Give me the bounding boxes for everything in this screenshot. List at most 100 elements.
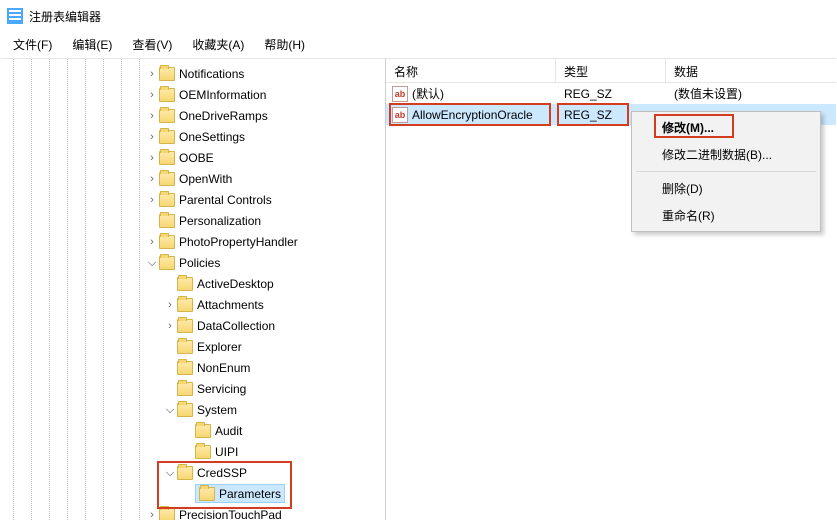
folder-icon [159,151,175,165]
tree-label: Audit [215,424,242,438]
folder-icon [177,277,193,291]
menu-edit[interactable]: 编辑(E) [64,33,120,56]
folder-icon [159,88,175,102]
menu-file[interactable]: 文件(F) [5,33,60,56]
context-menu-delete[interactable]: 删除(D) [634,175,818,202]
col-header-data[interactable]: 数据 [666,59,836,82]
tree-item[interactable]: ⌵ System [1,399,385,420]
expander-open-icon[interactable]: ⌵ [163,466,177,480]
tree-label: Notifications [179,67,244,81]
tree-label: OOBE [179,151,214,165]
folder-icon [159,109,175,123]
tree-label: DataCollection [197,319,275,333]
tree-item[interactable]: › DataCollection [1,315,385,336]
tree-item[interactable]: › OneDriveRamps [1,105,385,126]
folder-icon [199,487,215,501]
expander-closed-icon[interactable]: › [145,151,159,165]
col-header-name[interactable]: 名称 [386,59,556,82]
tree-label: Parameters [219,487,281,501]
context-menu-separator [636,171,816,172]
expander-closed-icon[interactable]: › [145,67,159,81]
list-row[interactable]: ab(默认)REG_SZ(数值未设置) [386,83,836,104]
tree-label: Attachments [197,298,264,312]
tree-item[interactable]: › OOBE [1,147,385,168]
list-panel[interactable]: 名称 类型 数据 ab(默认)REG_SZ(数值未设置)abAllowEncry… [386,59,836,520]
tree-label: PhotoPropertyHandler [179,235,298,249]
highlight-modify [654,114,734,138]
tree-item[interactable]: › OneSettings [1,126,385,147]
tree-item[interactable]: › Notifications [1,63,385,84]
value-data: (数值未设置) [666,85,836,102]
tree-label: Personalization [179,214,261,228]
tree-item[interactable]: UIPI [1,441,385,462]
tree-item[interactable]: Servicing [1,378,385,399]
col-header-type[interactable]: 类型 [556,59,666,82]
tree-item[interactable]: ›OEMInformation [1,84,385,105]
folder-icon [177,361,193,375]
expander-closed-icon[interactable]: › [145,508,159,520]
folder-icon [177,382,193,396]
window-title: 注册表编辑器 [29,8,101,25]
context-menu-modify-binary[interactable]: 修改二进制数据(B)... [634,141,818,168]
tree-label: PrecisionTouchPad [179,508,282,520]
folder-icon [159,256,175,270]
menu-help[interactable]: 帮助(H) [256,33,313,56]
tree-item[interactable]: Audit [1,420,385,441]
folder-icon [159,172,175,186]
expander-closed-icon[interactable]: › [145,130,159,144]
tree-label: Policies [179,256,220,270]
tree-label: Parental Controls [179,193,272,207]
tree-item[interactable]: › PhotoPropertyHandler [1,231,385,252]
expander-closed-icon[interactable]: › [145,193,159,207]
highlight-selected-type [557,103,629,126]
menubar: 文件(F) 编辑(E) 查看(V) 收藏夹(A) 帮助(H) [1,31,836,59]
tree-item[interactable]: › Attachments [1,294,385,315]
expander-closed-icon[interactable]: › [145,172,159,186]
tree-item[interactable]: Personalization [1,210,385,231]
list-header: 名称 类型 数据 [386,59,836,83]
tree-item[interactable]: ⌵ CredSSP [1,462,385,483]
tree-label: UIPI [215,445,238,459]
folder-icon [159,235,175,249]
folder-icon [177,403,193,417]
expander-open-icon[interactable]: ⌵ [145,256,159,270]
tree-item[interactable]: › PrecisionTouchPad [1,504,385,520]
tree-label: System [197,403,237,417]
app-icon [7,8,23,24]
tree-item[interactable]: NonEnum [1,357,385,378]
context-menu-rename[interactable]: 重命名(R) [634,202,818,229]
tree-item[interactable]: ActiveDesktop [1,273,385,294]
tree-label: OneSettings [179,130,245,144]
tree-label: Servicing [197,382,246,396]
folder-icon [159,508,175,520]
expander-closed-icon[interactable]: › [145,109,159,123]
folder-icon [159,193,175,207]
highlight-allowencryptionoracle [389,103,551,126]
context-menu: 修改(M)... 修改二进制数据(B)... 删除(D) 重命名(R) [631,111,821,232]
expander-closed-icon[interactable]: › [163,319,177,333]
tree-label: OpenWith [179,172,232,186]
folder-icon [195,445,211,459]
menu-view[interactable]: 查看(V) [124,33,180,56]
expander-closed-icon[interactable]: › [163,298,177,312]
folder-icon [159,130,175,144]
tree-item[interactable]: Parameters [1,483,385,504]
menu-favorites[interactable]: 收藏夹(A) [184,33,252,56]
expander-closed-icon[interactable]: › [145,235,159,249]
expander-open-icon[interactable]: ⌵ [163,403,177,417]
folder-icon [177,340,193,354]
tree-label: CredSSP [197,466,247,480]
tree-label: OneDriveRamps [179,109,268,123]
folder-icon [159,214,175,228]
folder-icon [177,298,193,312]
tree-item[interactable]: › Parental Controls [1,189,385,210]
tree-item[interactable]: ⌵ Policies [1,252,385,273]
tree-label: ActiveDesktop [197,277,274,291]
tree-item[interactable]: › OpenWith [1,168,385,189]
folder-icon [195,424,211,438]
tree-panel[interactable]: ›Notifications›OEMInformation›OneDriveRa… [1,59,386,520]
expander-closed-icon[interactable]: › [145,88,159,102]
main-area: ›Notifications›OEMInformation›OneDriveRa… [1,59,836,520]
value-type: REG_SZ [556,87,666,101]
tree-item[interactable]: Explorer [1,336,385,357]
